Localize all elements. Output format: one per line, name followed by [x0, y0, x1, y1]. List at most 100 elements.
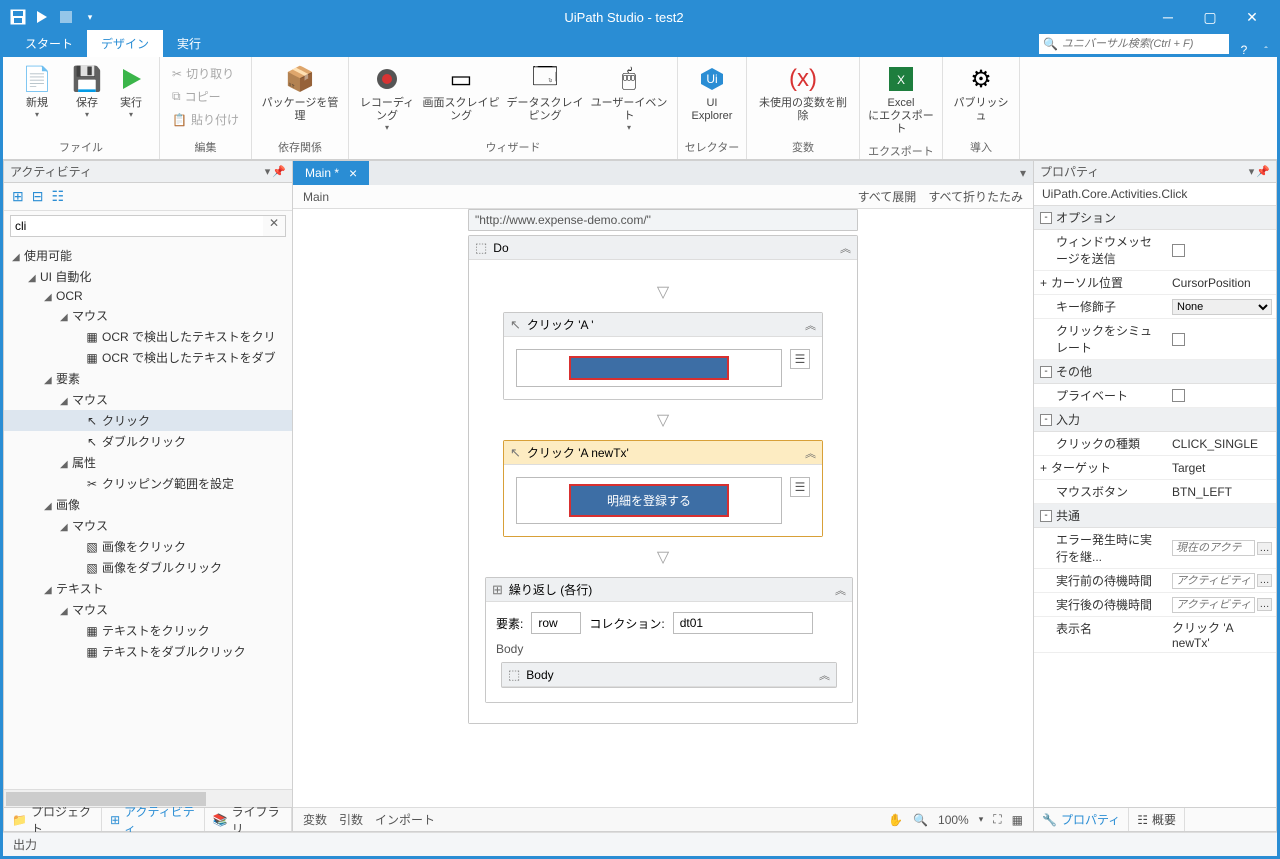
data-scraping-button[interactable]: 🗔データスクレイピング	[503, 59, 587, 127]
click-activity-2-selected[interactable]: ↖クリック 'A newTx'︽ 明細を登録する☰	[503, 440, 823, 537]
save-button[interactable]: 💾保存▾	[65, 59, 109, 123]
view-options-icon[interactable]: ☷	[51, 188, 64, 205]
foreach-activity[interactable]: ⊞繰り返し (各行)︽ 要素: コレクション: Body	[485, 577, 853, 703]
tree-node[interactable]: ◢マウス	[4, 305, 292, 326]
tree-node[interactable]: ◢属性	[4, 452, 292, 473]
imports-tab[interactable]: インポート	[375, 811, 435, 828]
tree-leaf[interactable]: ▧画像をダブルクリック	[4, 557, 292, 578]
foreach-item-input[interactable]	[531, 612, 581, 634]
tree-leaf[interactable]: ✂クリッピング範囲を設定	[4, 473, 292, 494]
expand-all-button[interactable]: すべて展開	[858, 188, 917, 205]
tree-node[interactable]: ◢テキスト	[4, 578, 292, 599]
tree-leaf[interactable]: ▧画像をクリック	[4, 536, 292, 557]
h-scrollbar[interactable]	[4, 789, 292, 807]
activity-tree[interactable]: ◢使用可能 ◢UI 自動化 ◢OCR ◢マウス ▦OCR で検出したテキストをク…	[4, 241, 292, 789]
checkbox[interactable]	[1172, 244, 1185, 257]
manage-packages-button[interactable]: 📦パッケージを管理	[258, 59, 342, 127]
foreach-collection-input[interactable]	[673, 612, 813, 634]
collapse-ribbon-button[interactable]: ˆ	[1255, 46, 1277, 57]
workflow-canvas[interactable]: "http://www.expense-demo.com/" ⬚Do︽ ▽ ↖ク…	[293, 209, 1033, 807]
tab-project[interactable]: 📁プロジェクト	[4, 808, 102, 831]
variables-tab[interactable]: 変数	[303, 811, 327, 828]
prop-category[interactable]: -入力	[1034, 408, 1276, 432]
clear-search-icon[interactable]: ✕	[263, 216, 285, 236]
tree-node[interactable]: ◢マウス	[4, 389, 292, 410]
tree-leaf[interactable]: ▦テキストをダブルクリック	[4, 641, 292, 662]
publish-button[interactable]: ⚙パブリッシュ	[949, 59, 1013, 127]
checkbox[interactable]	[1172, 333, 1185, 346]
recording-button[interactable]: レコーディング▾	[355, 59, 419, 136]
ellipsis-button[interactable]: …	[1257, 598, 1272, 611]
options-icon[interactable]: ☰	[790, 349, 810, 369]
panel-options-icon[interactable]: ▾	[265, 165, 271, 178]
collapse-icon[interactable]: ⊟	[32, 188, 44, 205]
property-grid[interactable]: -オプション ウィンドウメッセージを送信 +カーソル位置CursorPositi…	[1034, 206, 1276, 807]
ellipsis-button[interactable]: …	[1257, 542, 1272, 555]
qat-save-icon[interactable]	[7, 6, 29, 28]
tab-outline[interactable]: ☷概要	[1129, 808, 1185, 831]
prop-category[interactable]: -その他	[1034, 360, 1276, 384]
maximize-button[interactable]: ▢	[1189, 3, 1231, 31]
run-button[interactable]: 実行▾	[109, 59, 153, 123]
zoom-icon[interactable]: 🔍	[913, 813, 928, 827]
collapse-icon[interactable]: ︽	[805, 445, 816, 461]
tree-leaf[interactable]: ▦OCR で検出したテキストをダブ	[4, 347, 292, 368]
tree-node[interactable]: ◢使用可能	[4, 245, 292, 266]
collapse-icon[interactable]: ︽	[819, 667, 830, 683]
tree-node[interactable]: ◢マウス	[4, 599, 292, 620]
document-tab[interactable]: Main *×	[293, 161, 369, 185]
tree-node[interactable]: ◢UI 自動化	[4, 266, 292, 287]
tab-run[interactable]: 実行	[163, 30, 215, 57]
prop-category[interactable]: -共通	[1034, 504, 1276, 528]
zoom-level[interactable]: 100%	[938, 813, 969, 827]
tree-leaf[interactable]: ↖ダブルクリック	[4, 431, 292, 452]
ui-explorer-button[interactable]: UiUI Explorer	[684, 59, 740, 127]
activity-search-input[interactable]	[11, 216, 263, 236]
collapse-icon[interactable]: ︽	[835, 582, 846, 598]
activity-search[interactable]: ✕	[10, 215, 286, 237]
tab-design[interactable]: デザイン	[87, 30, 163, 57]
pin-icon[interactable]: 📌	[1256, 165, 1270, 178]
tab-activities[interactable]: ⊞アクティビティ	[102, 808, 205, 831]
prop-category[interactable]: -オプション	[1034, 206, 1276, 230]
tree-node[interactable]: ◢要素	[4, 368, 292, 389]
user-events-button[interactable]: 🖱ユーザーイベント▾	[587, 59, 671, 136]
panel-options-icon[interactable]: ▾	[1249, 165, 1255, 178]
click-activity-1[interactable]: ↖クリック 'A '︽ ☰	[503, 312, 823, 400]
qat-run-icon[interactable]	[31, 6, 53, 28]
output-label[interactable]: 出力	[13, 836, 37, 853]
pin-icon[interactable]: 📌	[272, 165, 286, 178]
checkbox[interactable]	[1172, 389, 1185, 402]
expand-icon[interactable]: ⊞	[12, 188, 24, 205]
body-sequence[interactable]: ⬚Body︽	[501, 662, 837, 688]
url-activity[interactable]: "http://www.expense-demo.com/"	[468, 209, 858, 231]
remove-vars-button[interactable]: (x)未使用の変数を削除	[753, 59, 853, 127]
arguments-tab[interactable]: 引数	[339, 811, 363, 828]
qat-stop-icon[interactable]	[55, 6, 77, 28]
search-input[interactable]	[1062, 38, 1225, 50]
do-sequence[interactable]: ⬚Do︽ ▽ ↖クリック 'A '︽ ☰ ▽ ↖クリック 'A newTx'︽ …	[468, 235, 858, 724]
collapse-icon[interactable]: ︽	[805, 317, 816, 333]
export-excel-button[interactable]: XExcel にエクスポート	[866, 59, 936, 141]
options-icon[interactable]: ☰	[790, 477, 810, 497]
close-tab-icon[interactable]: ×	[345, 165, 361, 181]
cut-button[interactable]: ✂切り取り	[168, 63, 243, 84]
tab-properties[interactable]: 🔧プロパティ	[1034, 808, 1129, 831]
tab-library[interactable]: 📚ライブラリ	[205, 808, 292, 831]
tree-leaf[interactable]: ▦OCR で検出したテキストをクリ	[4, 326, 292, 347]
minimize-button[interactable]: ─	[1147, 3, 1189, 31]
screen-scraping-button[interactable]: ▭画面スクレイピング	[419, 59, 503, 127]
tree-node[interactable]: ◢OCR	[4, 287, 292, 305]
copy-button[interactable]: ⧉コピー	[168, 86, 243, 107]
tree-leaf-selected[interactable]: ↖クリック	[4, 410, 292, 431]
overview-icon[interactable]: ▦	[1012, 813, 1023, 827]
tree-leaf[interactable]: ▦テキストをクリック	[4, 620, 292, 641]
close-button[interactable]: ✕	[1231, 3, 1273, 31]
universal-search[interactable]: 🔍	[1039, 34, 1229, 54]
collapse-all-button[interactable]: すべて折りたたみ	[928, 188, 1023, 205]
tree-node[interactable]: ◢画像	[4, 494, 292, 515]
ellipsis-button[interactable]: …	[1257, 574, 1272, 587]
tab-start[interactable]: スタート	[11, 30, 87, 57]
prop-input[interactable]	[1172, 573, 1255, 589]
fit-icon[interactable]: ⛶	[993, 812, 1001, 827]
